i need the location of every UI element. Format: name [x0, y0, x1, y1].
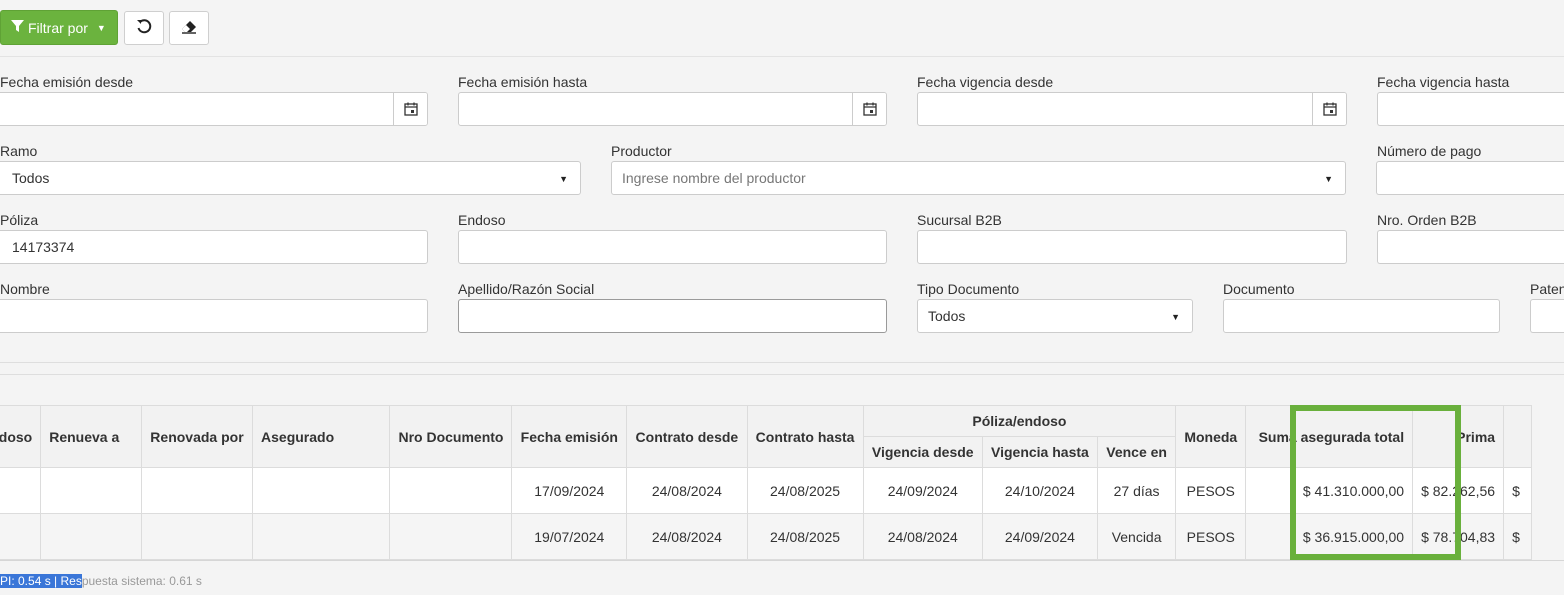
cell-vigencia-hasta: 24/09/2024	[981, 513, 1098, 560]
sucursal-b2b-label: Sucursal B2B	[917, 212, 1002, 228]
col-header-asegurado[interactable]: Asegurado	[252, 405, 390, 468]
patente-input[interactable]	[1530, 299, 1564, 333]
ramo-select[interactable]: Todos ▼	[0, 161, 581, 195]
cell-contrato-hasta: 24/08/2025	[746, 513, 864, 560]
documento-input[interactable]	[1223, 299, 1500, 333]
tipo-documento-label: Tipo Documento	[917, 281, 1020, 297]
numero-pago-input[interactable]	[1376, 161, 1564, 195]
fecha-vigencia-hasta-label: Fecha vigencia hasta	[1377, 74, 1510, 90]
undo-button[interactable]	[124, 11, 164, 45]
col-header-endoso[interactable]: Endoso	[0, 405, 42, 468]
productor-label: Productor	[611, 143, 672, 159]
nro-orden-b2b-input[interactable]	[1377, 230, 1564, 264]
caret-down-icon: ▼	[96, 22, 106, 33]
fecha-emision-desde-label: Fecha emisión desde	[0, 74, 134, 90]
fecha-emision-desde-input[interactable]	[0, 92, 428, 126]
col-header-fecha-emision[interactable]: Fecha emisión	[511, 405, 628, 468]
poliza-label: Póliza	[0, 212, 39, 228]
cell-vence-en: Vencida	[1096, 513, 1177, 560]
calendar-icon[interactable]	[1312, 93, 1346, 125]
cell-vence-en: 27 días	[1096, 467, 1177, 514]
results-table: Endoso Renueva a Renovada por Asegurado …	[0, 405, 1532, 560]
caret-down-icon: ▼	[559, 174, 568, 184]
status-text: PI: 0.54 s | Respuesta sistema: 0.61 s	[0, 574, 202, 588]
table-row[interactable]: 17/09/2024 24/08/2024 24/08/2025 24/09/2…	[0, 467, 1532, 514]
apellido-input[interactable]	[458, 299, 887, 333]
status-rest: puesta sistema: 0.61 s	[81, 574, 202, 588]
col-header-contrato-hasta[interactable]: Contrato hasta	[746, 405, 864, 468]
cell-contrato-desde: 24/08/2024	[626, 513, 748, 560]
cell-suma-asegurada: $ 41.310.000,00	[1245, 467, 1414, 514]
calendar-icon[interactable]	[852, 93, 886, 125]
endoso-label: Endoso	[458, 212, 506, 228]
cell-contrato-desde: 24/08/2024	[626, 467, 748, 514]
cell-fecha-emision: 17/09/2024	[511, 467, 628, 514]
cell-vigencia-hasta: 24/10/2024	[981, 467, 1098, 514]
cell-suma-asegurada: $ 36.915.000,00	[1245, 513, 1414, 560]
nombre-label: Nombre	[0, 281, 50, 297]
eraser-icon	[181, 20, 197, 37]
calendar-icon[interactable]	[393, 93, 427, 125]
tipo-documento-select[interactable]: Todos ▼	[917, 299, 1193, 333]
filter-button[interactable]: Filtrar por ▼	[0, 10, 118, 45]
cell-vigencia-desde: 24/08/2024	[862, 513, 983, 560]
col-header-nro-documento[interactable]: Nro Documento	[388, 405, 513, 468]
patente-label: Paten	[1530, 281, 1564, 297]
funnel-icon	[11, 19, 24, 36]
col-header-renovada-por[interactable]: Renovada por	[141, 405, 254, 468]
cell-contrato-hasta: 24/08/2025	[746, 467, 864, 514]
fecha-vigencia-desde-input[interactable]	[917, 92, 1347, 126]
apellido-label: Apellido/Razón Social	[458, 281, 595, 297]
col-header-suma-asegurada[interactable]: Suma asegurada total	[1245, 405, 1414, 468]
filter-button-label: Filtrar por	[28, 19, 88, 36]
caret-down-icon: ▼	[1324, 174, 1333, 184]
fecha-emision-hasta-label: Fecha emisión hasta	[458, 74, 588, 90]
undo-icon	[136, 18, 152, 38]
cell-moneda: PESOS	[1175, 513, 1247, 560]
fecha-vigencia-hasta-input[interactable]	[1377, 92, 1564, 126]
nro-orden-b2b-label: Nro. Orden B2B	[1377, 212, 1477, 228]
endoso-input[interactable]	[458, 230, 887, 264]
col-header-moneda[interactable]: Moneda	[1175, 405, 1247, 468]
sucursal-b2b-input[interactable]	[917, 230, 1347, 264]
col-header-prima[interactable]: Prima	[1412, 405, 1505, 468]
cell-moneda: PESOS	[1175, 467, 1247, 514]
col-header-contrato-desde[interactable]: Contrato desde	[626, 405, 748, 468]
cell-vigencia-desde: 24/09/2024	[862, 467, 983, 514]
toolbar	[0, 0, 1564, 57]
col-group-poliza-endoso: Póliza/endoso	[862, 405, 1177, 437]
documento-label: Documento	[1223, 281, 1295, 297]
cell-prima: $ 78.704,83	[1412, 513, 1505, 560]
status-selected: PI: 0.54 s | Res	[0, 574, 82, 588]
clear-filters-button[interactable]	[169, 11, 209, 45]
cell-extra: $	[1503, 467, 1532, 514]
col-header-renueva-a[interactable]: Renueva a	[40, 405, 143, 468]
cell-fecha-emision: 19/07/2024	[511, 513, 628, 560]
divider	[0, 362, 1564, 363]
poliza-input[interactable]: 14173374	[0, 230, 428, 264]
table-row[interactable]: 19/07/2024 24/08/2024 24/08/2025 24/08/2…	[0, 513, 1532, 560]
col-header-vigencia-desde[interactable]: Vigencia desde	[862, 436, 983, 468]
divider	[0, 374, 1564, 375]
col-header-extra	[1503, 405, 1532, 468]
nombre-input[interactable]	[0, 299, 428, 333]
col-header-vence-en[interactable]: Vence en	[1096, 436, 1177, 468]
cell-extra: $	[1503, 513, 1532, 560]
caret-down-icon: ▼	[1171, 312, 1180, 322]
fecha-vigencia-desde-label: Fecha vigencia desde	[917, 74, 1054, 90]
ramo-label: Ramo	[0, 143, 38, 159]
numero-pago-label: Número de pago	[1377, 143, 1482, 159]
productor-select[interactable]: Ingrese nombre del productor ▼	[611, 161, 1346, 195]
cell-prima: $ 82.262,56	[1412, 467, 1505, 514]
col-header-vigencia-hasta[interactable]: Vigencia hasta	[981, 436, 1098, 468]
fecha-emision-hasta-input[interactable]	[458, 92, 887, 126]
footer	[0, 560, 1564, 595]
